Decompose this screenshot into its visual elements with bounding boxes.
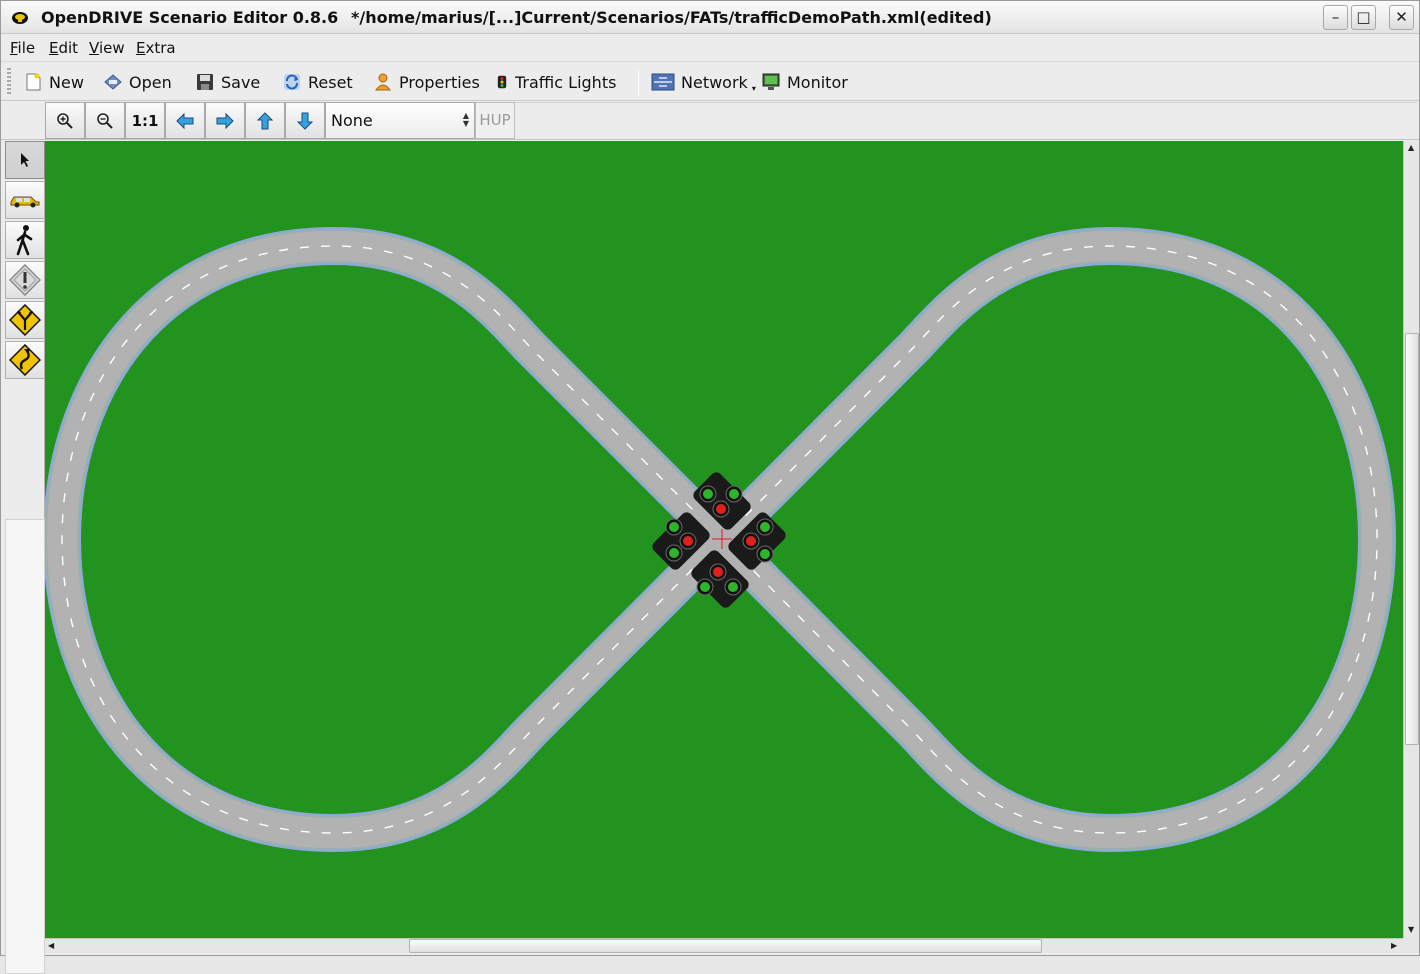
app-logo-icon xyxy=(12,12,28,24)
reset-button[interactable]: Reset xyxy=(282,68,353,96)
properties-button[interactable]: Properties xyxy=(373,68,480,96)
new-label: New xyxy=(49,72,84,92)
title-bar[interactable]: OpenDRIVE Scenario Editor 0.8.6 */home/m… xyxy=(1,1,1419,34)
zoom-out-button[interactable] xyxy=(85,102,125,139)
pan-right-button[interactable] xyxy=(205,102,245,139)
monitor-icon xyxy=(762,73,780,90)
monitor-button[interactable]: Monitor xyxy=(761,68,848,96)
network-label: Network xyxy=(681,72,748,92)
network-icon xyxy=(651,73,675,91)
traffic-lights-label: Traffic Lights xyxy=(515,72,617,92)
new-button[interactable]: New xyxy=(23,68,84,96)
curve-sign-tool-button[interactable] xyxy=(5,341,45,379)
pan-left-button[interactable] xyxy=(165,102,205,139)
tool-palette xyxy=(1,141,45,974)
vehicle-tool-button[interactable] xyxy=(5,181,45,219)
network-button[interactable]: Network ▾ xyxy=(651,68,756,96)
road-network-view[interactable] xyxy=(45,141,1403,938)
menu-view-label: iew xyxy=(98,39,125,57)
open-label: Open xyxy=(129,72,172,92)
arrow-right-icon xyxy=(216,112,234,129)
window-title: OpenDRIVE Scenario Editor 0.8.6 xyxy=(41,8,339,27)
pan-up-button[interactable] xyxy=(245,102,285,139)
maximize-button[interactable]: □ xyxy=(1351,5,1376,30)
view-mode-value: None xyxy=(331,111,373,130)
scroll-right-icon[interactable]: ▶ xyxy=(1391,941,1397,950)
scroll-up-icon[interactable]: ▲ xyxy=(1408,143,1414,152)
scroll-left-icon[interactable]: ◀ xyxy=(48,941,54,950)
arrow-up-icon xyxy=(256,111,274,129)
scrollbar-corner xyxy=(1403,938,1419,953)
combo-arrows-icon: ▲ ▼ xyxy=(462,111,469,128)
traffic-light-icon xyxy=(497,75,507,89)
app-window: OpenDRIVE Scenario Editor 0.8.6 */home/m… xyxy=(0,0,1420,974)
close-button[interactable]: ✕ xyxy=(1389,5,1414,30)
properties-label: Properties xyxy=(399,72,480,92)
zoom-in-icon xyxy=(57,112,73,129)
minimize-icon: – xyxy=(1331,8,1340,26)
menu-edit-label: dit xyxy=(58,39,79,57)
properties-person-icon xyxy=(375,73,391,91)
pedestrian-tool-button[interactable] xyxy=(5,221,45,259)
curve-sign-icon xyxy=(9,344,41,376)
monitor-label: Monitor xyxy=(787,72,848,92)
open-button[interactable]: Open xyxy=(103,68,172,96)
vertical-scrollbar[interactable]: ▲ ▼ xyxy=(1403,141,1419,938)
arrow-left-icon xyxy=(176,112,194,129)
reset-label: Reset xyxy=(308,72,353,92)
scroll-down-icon[interactable]: ▼ xyxy=(1408,925,1414,934)
zoom-out-icon xyxy=(97,112,113,129)
toolbar-separator xyxy=(638,70,639,96)
menu-edit[interactable]: Edit xyxy=(49,39,78,57)
scenario-canvas[interactable] xyxy=(45,141,1403,938)
menu-file-label: ile xyxy=(17,39,36,57)
main-toolbar: New Open Save Reset Properties Traffic L… xyxy=(1,61,1419,101)
viewbar-spacer xyxy=(515,102,1417,139)
maximize-icon: □ xyxy=(1356,8,1371,26)
horizontal-scroll-thumb[interactable] xyxy=(409,939,1042,953)
car-icon xyxy=(10,196,40,208)
save-disk-icon xyxy=(197,74,213,90)
select-tool-button[interactable] xyxy=(5,141,45,179)
toolbar-grip[interactable] xyxy=(7,68,11,96)
network-dropdown-icon[interactable]: ▾ xyxy=(752,84,756,93)
view-mode-combo[interactable]: None ▲ ▼ xyxy=(325,102,475,139)
arrow-down-icon xyxy=(296,112,314,130)
menu-extra-label: xtra xyxy=(145,39,176,57)
view-toolbar: 1:1 None ▲ ▼ HUP xyxy=(1,101,1419,140)
close-icon: ✕ xyxy=(1395,8,1408,26)
reset-arrows-icon xyxy=(284,74,300,90)
horizontal-scrollbar[interactable]: ◀ ▶ xyxy=(45,938,1403,953)
menu-view-accel: V xyxy=(89,39,99,57)
hup-button[interactable]: HUP xyxy=(475,102,515,139)
pedestrian-icon xyxy=(16,225,33,256)
menu-file-accel: F xyxy=(10,39,18,57)
save-button[interactable]: Save xyxy=(195,68,260,96)
pan-down-button[interactable] xyxy=(285,102,325,139)
menu-view[interactable]: View xyxy=(89,39,125,57)
zoom-one-to-one-button[interactable]: 1:1 xyxy=(125,102,165,139)
traffic-lights-button[interactable]: Traffic Lights xyxy=(495,68,616,96)
zoom-in-button[interactable] xyxy=(45,102,85,139)
vertical-scroll-thumb[interactable] xyxy=(1405,333,1419,745)
cursor-arrow-icon xyxy=(21,153,29,167)
document-path: */home/marius/[...]Current/Scenarios/FAT… xyxy=(351,8,992,27)
menu-bar: File Edit View Extra xyxy=(1,35,1419,61)
open-file-icon xyxy=(104,74,122,90)
palette-empty-area xyxy=(5,519,45,974)
save-label: Save xyxy=(221,72,261,92)
menu-file[interactable]: File xyxy=(10,39,35,57)
new-document-icon xyxy=(26,73,41,91)
warning-sign-icon xyxy=(9,264,41,296)
junction-sign-tool-button[interactable] xyxy=(5,301,45,339)
menu-extra[interactable]: Extra xyxy=(136,39,176,57)
junction-sign-icon xyxy=(9,304,41,336)
warning-sign-tool-button[interactable] xyxy=(5,261,45,299)
minimize-button[interactable]: – xyxy=(1323,5,1348,30)
